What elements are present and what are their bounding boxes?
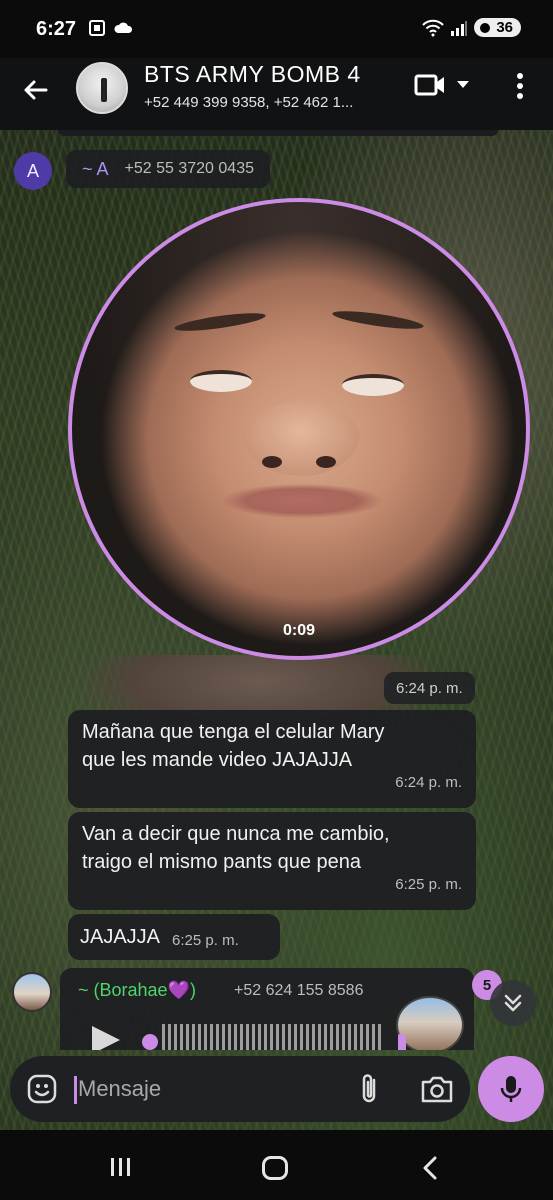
battery-icon: 36 (474, 18, 521, 37)
system-nav-bar (0, 1130, 553, 1200)
group-participants[interactable]: +52 449 399 9358, +52 462 1... (144, 94, 394, 111)
video-call-icon[interactable] (414, 72, 446, 98)
home-icon[interactable] (262, 1156, 288, 1180)
microphone-icon (500, 1076, 522, 1102)
voice-sender-photo (396, 996, 464, 1050)
cloud-icon (114, 22, 133, 33)
army-bomb-image (101, 78, 107, 102)
voice-message[interactable]: ~ (Borahae💜) +52 624 155 8586 (60, 968, 474, 1050)
audio-waveform[interactable] (162, 1024, 382, 1050)
message-bubble[interactable]: Mañana que tenga el celular Mary que les… (68, 710, 476, 808)
sender-name: ~ A (82, 158, 109, 179)
play-icon[interactable] (92, 1026, 120, 1050)
double-chevron-down-icon (504, 994, 522, 1012)
screenshot-icon (89, 20, 105, 36)
message-composer (10, 1056, 470, 1122)
face-mouth (222, 484, 382, 518)
attach-icon[interactable] (356, 1072, 384, 1106)
voice-record-button[interactable] (478, 1056, 544, 1122)
status-icons-right: 36 (422, 18, 521, 37)
message-input[interactable] (78, 1072, 338, 1106)
group-avatar[interactable] (76, 62, 128, 114)
message-bubble[interactable]: Van a decir que nunca me cambio, traigo … (68, 812, 476, 910)
face-brow-right (331, 307, 425, 333)
recent-apps-icon[interactable] (108, 1156, 134, 1178)
sender-header[interactable]: ~ A +52 55 3720 0435 (66, 150, 270, 188)
voice-progress-mark (398, 1034, 406, 1050)
video-note-duration: 0:09 (282, 622, 316, 639)
sender-avatar[interactable]: A (14, 152, 52, 190)
chat-header: BTS ARMY BOMB 4 +52 449 399 9358, +52 46… (0, 58, 553, 130)
message-time: 6:25 p. m. (172, 931, 239, 949)
nav-back-icon[interactable] (420, 1156, 440, 1180)
dropdown-icon[interactable] (456, 80, 470, 90)
wifi-icon (422, 19, 445, 36)
voice-sender-phone: +52 624 155 8586 (234, 982, 364, 999)
face-brow-left (173, 309, 267, 335)
video-note-time: 6:24 p. m. (384, 672, 475, 704)
face-nose (242, 402, 360, 476)
video-note-message[interactable]: 0:09 (68, 198, 530, 660)
status-bar: 6:27 36 (0, 0, 553, 58)
face-eye-left (190, 370, 252, 392)
more-options-icon[interactable] (512, 72, 528, 100)
message-time: 6:24 p. m. (395, 774, 462, 791)
chat-area[interactable]: A ~ A +52 55 3720 0435 0:09 6:24 p. m. M… (0, 130, 553, 1130)
message-text: Mañana que tenga el celular Mary que les… (82, 721, 385, 771)
camera-icon[interactable] (420, 1074, 454, 1104)
message-text: JAJAJJA (80, 926, 161, 948)
signal-icon (451, 20, 468, 36)
face-nostril-right (316, 456, 336, 468)
message-text: Van a decir que nunca me cambio, traigo … (82, 823, 390, 873)
previous-message-edge (58, 130, 498, 136)
voice-sender-avatar[interactable] (12, 972, 52, 1012)
playback-position-handle[interactable] (142, 1034, 158, 1050)
message-bubble[interactable]: JAJAJJA 6:25 p. m. (68, 914, 280, 960)
back-arrow-icon[interactable] (20, 74, 52, 106)
emoji-icon[interactable] (26, 1073, 58, 1105)
scroll-to-bottom-button[interactable] (490, 980, 536, 1026)
face-eye-right (342, 374, 404, 396)
status-time: 6:27 (36, 18, 77, 40)
group-title[interactable]: BTS ARMY BOMB 4 (144, 61, 361, 88)
voice-sender-name: ~ (Borahae💜) (78, 980, 196, 1000)
sender-phone: +52 55 3720 0435 (124, 160, 254, 177)
text-cursor (74, 1076, 77, 1104)
status-icons-left (88, 19, 134, 37)
face-nostril-left (262, 456, 282, 468)
message-time: 6:25 p. m. (395, 876, 462, 893)
